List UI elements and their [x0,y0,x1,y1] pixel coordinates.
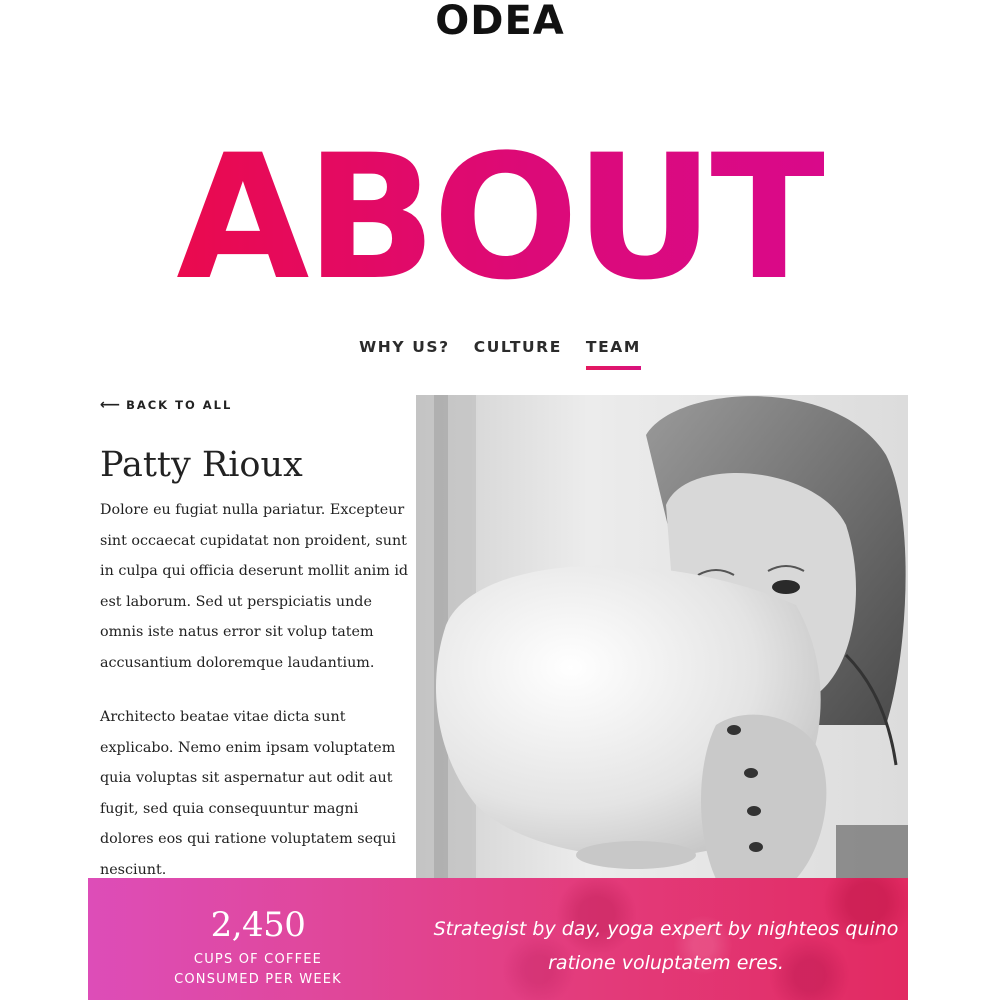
page-title-text: ABOUT [176,117,827,318]
tab-culture[interactable]: CULTURE [474,338,562,370]
coffee-stat: 2,450 CUPS OF COFFEE CONSUMED PER WEEK [88,878,428,1000]
profile-quote: Strategist by day, yoga expert by nighte… [433,918,899,974]
stat-label: CUPS OF COFFEE CONSUMED PER WEEK [88,950,428,990]
tab-why-us[interactable]: WHY US? [359,338,450,370]
profile-bio-paragraph: Dolore eu fugiat nulla pariatur. Excepte… [100,502,409,671]
stat-banner: 2,450 CUPS OF COFFEE CONSUMED PER WEEK S… [88,878,908,1000]
profile-bio-paragraph: Architecto beatae vitae dicta sunt expli… [100,709,396,878]
arrow-left-icon: ⟵ [100,397,121,413]
page-title: ABOUT [0,132,1000,304]
stat-label-line: CONSUMED PER WEEK [174,972,342,987]
back-to-all-label: BACK TO ALL [126,398,233,412]
profile-photo [416,395,908,879]
brand-logo[interactable]: ODEA [0,0,1000,46]
tab-team[interactable]: TEAM [585,338,641,370]
back-to-all-link[interactable]: ⟵ BACK TO ALL [100,397,232,413]
stat-number: 2,450 [210,905,306,945]
stat-label-line: CUPS OF COFFEE [193,952,323,967]
profile-name: Patty Rioux [100,445,303,485]
section-tabs: WHY US? CULTURE TEAM [0,338,1000,370]
